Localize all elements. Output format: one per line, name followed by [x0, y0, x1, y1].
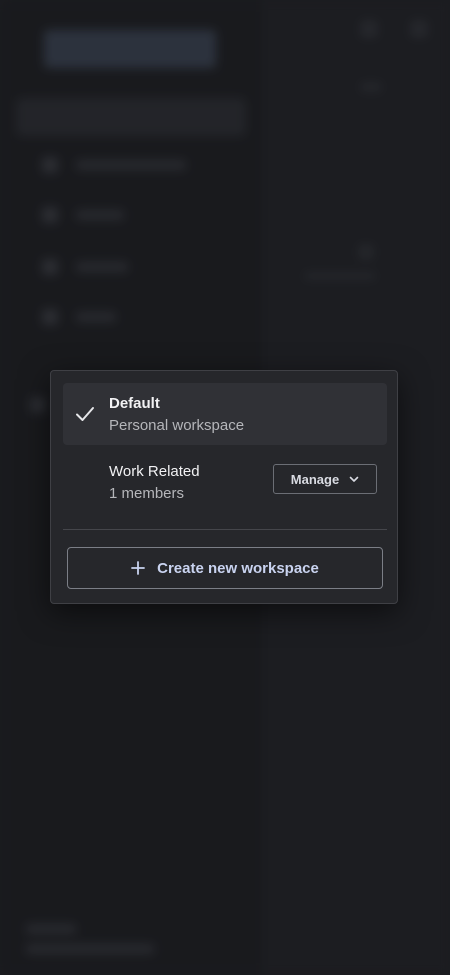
- plus-icon: [131, 561, 146, 575]
- workspace-name: Work Related: [109, 463, 200, 480]
- create-workspace-label: Create new workspace: [157, 559, 319, 577]
- check-icon: [76, 407, 94, 421]
- background-nav-row: [42, 157, 186, 173]
- background-user-row: [26, 942, 154, 956]
- workspace-item-work-related[interactable]: Work Related 1 members Manage: [63, 451, 387, 513]
- background-nav-row: [42, 309, 116, 325]
- create-workspace-button[interactable]: Create new workspace: [67, 547, 383, 589]
- chevron-down-icon: [349, 476, 359, 482]
- background-active-item: [16, 98, 246, 136]
- background-nav-row: [30, 397, 46, 413]
- background-chip: [358, 244, 374, 260]
- workspace-switcher-popover: Default Personal workspace Work Related …: [50, 370, 398, 604]
- background-nav-row: [42, 259, 128, 275]
- background-chip: [360, 82, 382, 92]
- background-user-row: [26, 922, 76, 936]
- background-icon: [360, 20, 378, 38]
- background-logo: [44, 30, 216, 68]
- workspace-subtitle: Personal workspace: [109, 417, 245, 434]
- background-nav-row: [42, 207, 124, 223]
- workspace-item-default[interactable]: Default Personal workspace: [63, 383, 387, 445]
- divider: [63, 529, 387, 530]
- background-chip: [304, 272, 376, 280]
- workspace-name: Default: [109, 395, 160, 412]
- manage-button[interactable]: Manage: [273, 464, 377, 494]
- workspace-subtitle: 1 members: [109, 485, 185, 502]
- background-icon: [410, 20, 428, 38]
- manage-button-label: Manage: [290, 471, 340, 487]
